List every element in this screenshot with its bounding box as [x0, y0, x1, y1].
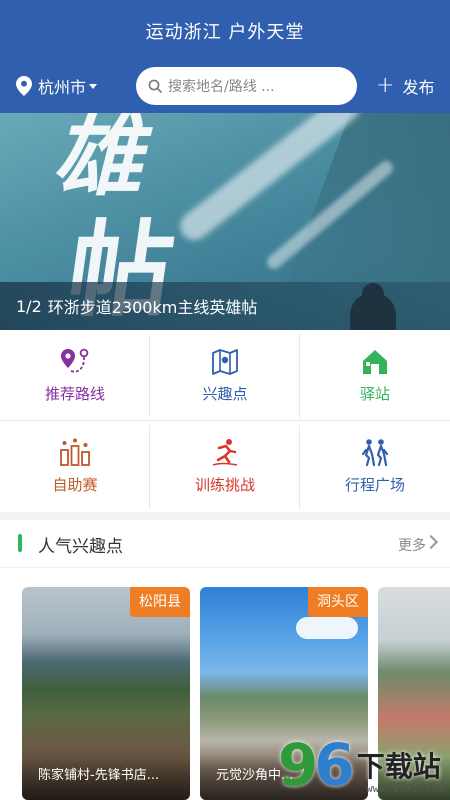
cloud-shape — [296, 617, 358, 639]
banner-caption: 1/2 环浙步道2300km主线英雄帖 — [0, 282, 450, 330]
publish-button[interactable]: + 发布 — [376, 74, 434, 98]
menu-item-label: 行程广场 — [344, 476, 405, 494]
chevron-right-icon[interactable] — [423, 534, 439, 550]
section-accent-bar — [18, 534, 22, 552]
poi-name: 陈家铺村-先锋书店... — [22, 756, 190, 800]
route-pin-icon — [61, 348, 89, 373]
menu-item-recommended-routes[interactable]: 推荐路线 — [0, 330, 150, 421]
plus-icon: + — [376, 73, 395, 98]
hikers-icon — [361, 439, 389, 467]
menu-item-points-of-interest[interactable]: 兴趣点 — [150, 330, 300, 421]
city-selector[interactable]: 杭州市 — [16, 74, 98, 98]
watermark-url: www.96xz.com — [366, 782, 446, 795]
poi-region-tag: 松阳县 — [130, 587, 190, 617]
menu-item-label: 训练挑战 — [194, 476, 255, 494]
location-pin-icon — [16, 76, 32, 96]
station-icon — [363, 350, 387, 374]
more-link[interactable]: 更多 — [398, 535, 426, 555]
banner-page-indicator: 1/2 — [16, 296, 42, 316]
menu-item-label: 驿站 — [359, 385, 390, 403]
chevron-down-icon — [89, 83, 98, 89]
watermark-digit: 6 — [314, 731, 354, 799]
poi-card[interactable]: 松阳县 陈家铺村-先锋书店... — [22, 587, 190, 800]
app-title: 运动浙江 户外天堂 — [145, 22, 305, 43]
menu-item-training-challenge[interactable]: 训练挑战 — [150, 421, 300, 512]
menu-item-label: 兴趣点 — [202, 385, 248, 403]
runner-icon — [212, 439, 238, 466]
watermark-logo-number: 96 — [278, 736, 355, 794]
publish-label: 发布 — [402, 78, 435, 97]
section-title: 人气兴趣点 — [38, 537, 123, 557]
watermark-digit: 9 — [278, 731, 318, 799]
menu-item-station[interactable]: 驿站 — [300, 330, 450, 421]
city-name: 杭州市 — [38, 78, 87, 97]
watermark-text: 下载站 — [356, 750, 441, 783]
search-placeholder: 搜索地名/路线 ... — [168, 79, 275, 95]
top-header: 运动浙江 户外天堂 杭州市 搜索地名/路线 ... + 发布 — [0, 0, 450, 113]
promo-banner[interactable]: 雄 帖 1/2 环浙步道2300km主线英雄帖 — [0, 113, 450, 330]
poi-region-tag: 洞头区 — [308, 587, 368, 617]
feature-menu-grid: 推荐路线 兴趣点 驿站 自助赛 训练挑战 行程广场 — [0, 330, 450, 512]
map-icon — [212, 349, 238, 375]
menu-item-label: 推荐路线 — [44, 385, 105, 403]
app-screen: 运动浙江 户外天堂 杭州市 搜索地名/路线 ... + 发布 雄 帖 1/2 环… — [0, 0, 450, 800]
section-header: 人气兴趣点 更多 — [0, 520, 450, 568]
race-icon — [60, 438, 90, 466]
search-input[interactable]: 搜索地名/路线 ... — [136, 67, 357, 105]
banner-caption-text: 环浙步道2300km主线英雄帖 — [47, 298, 258, 317]
menu-item-label: 自助赛 — [52, 476, 98, 494]
menu-item-self-race[interactable]: 自助赛 — [0, 421, 150, 512]
menu-item-itinerary-square[interactable]: 行程广场 — [300, 421, 450, 512]
search-icon — [148, 79, 162, 93]
site-watermark: 96 下载站 www.96xz.com — [278, 730, 450, 800]
